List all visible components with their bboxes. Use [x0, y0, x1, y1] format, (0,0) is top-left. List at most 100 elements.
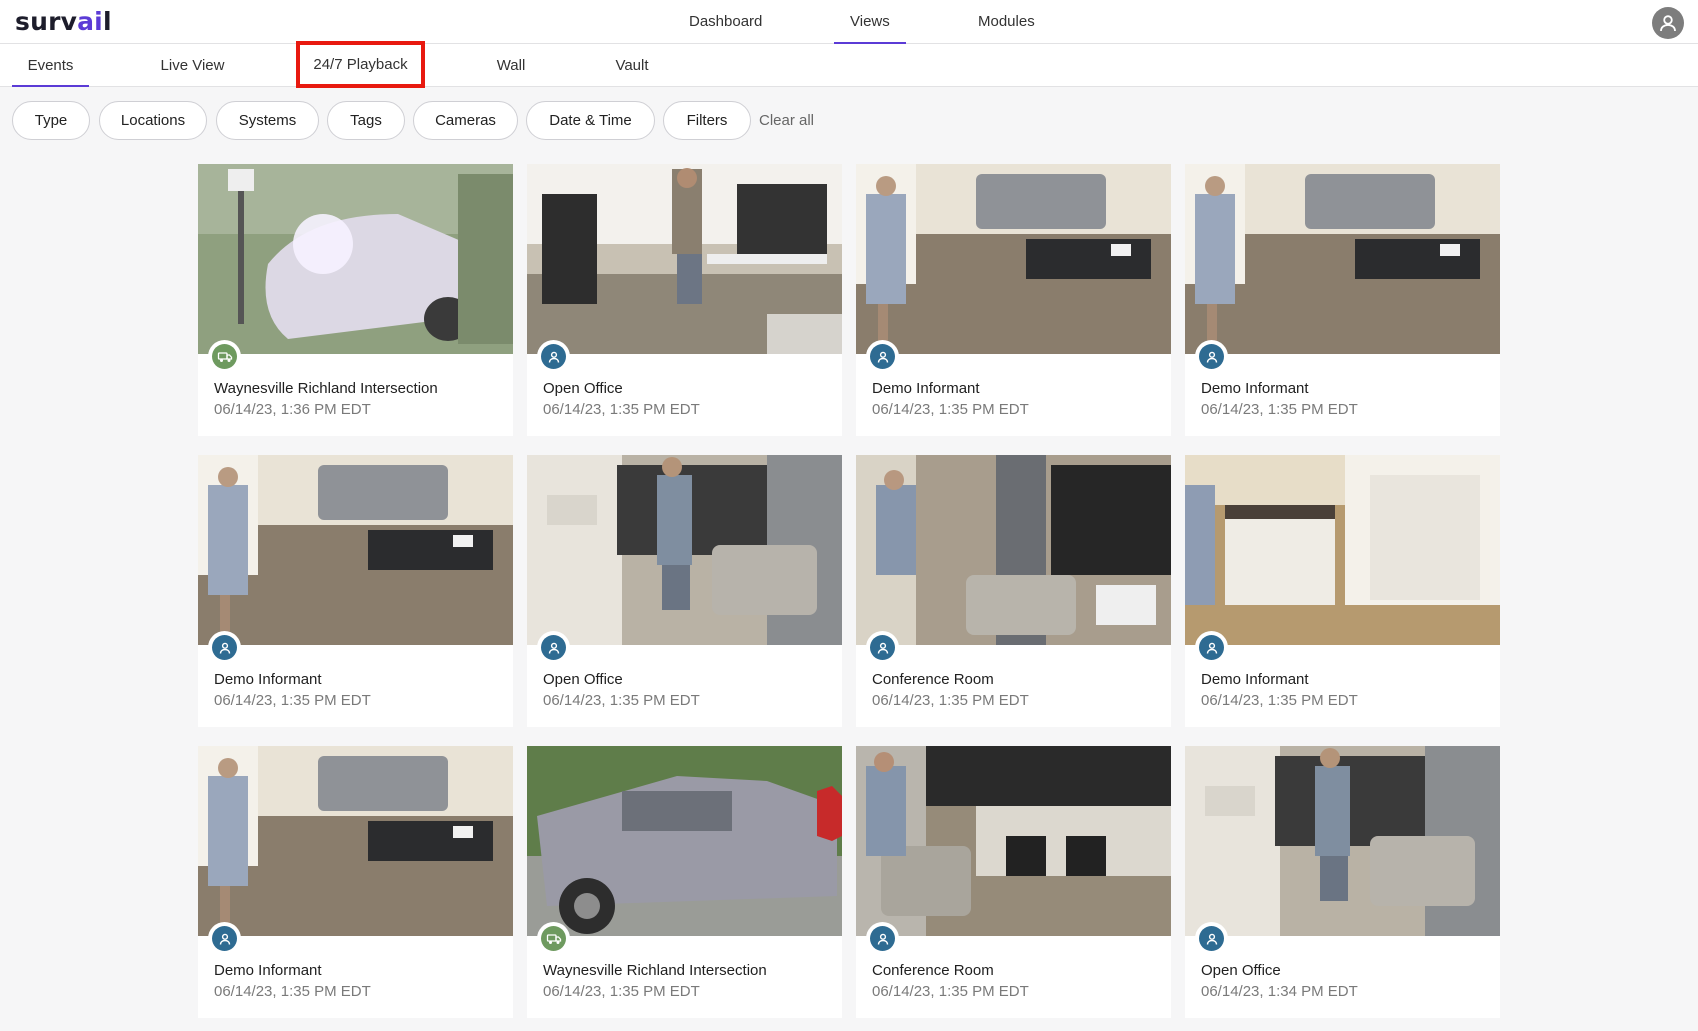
nav-views[interactable]: Views [834, 13, 906, 44]
camera-snapshot-image [856, 164, 1171, 354]
camera-snapshot-image [198, 746, 513, 936]
event-card[interactable]: Demo Informant 06/14/23, 1:35 PM EDT [1185, 164, 1500, 436]
event-timestamp: 06/14/23, 1:35 PM EDT [214, 983, 371, 1000]
event-camera-name: Demo Informant [214, 671, 322, 688]
event-timestamp: 06/14/23, 1:36 PM EDT [214, 401, 371, 418]
person-icon [541, 344, 566, 369]
event-timestamp: 06/14/23, 1:35 PM EDT [872, 692, 1029, 709]
event-card[interactable]: Waynesville Richland Intersection 06/14/… [527, 746, 842, 1018]
event-type-badge [208, 631, 241, 664]
tab-vault[interactable]: Vault [600, 44, 664, 87]
event-card[interactable]: Waynesville Richland Intersection 06/14/… [198, 164, 513, 436]
event-camera-name: Conference Room [872, 671, 994, 688]
event-type-badge [537, 631, 570, 664]
vehicle-icon [212, 344, 237, 369]
camera-snapshot-image [1185, 746, 1500, 936]
filter-tags[interactable]: Tags [327, 101, 405, 140]
filter-date-time[interactable]: Date & Time [526, 101, 655, 140]
nav-dashboard[interactable]: Dashboard [689, 13, 762, 30]
event-thumbnail [1185, 455, 1500, 645]
event-type-badge [866, 631, 899, 664]
event-type-badge [866, 340, 899, 373]
event-type-badge [1195, 340, 1228, 373]
user-avatar-icon[interactable] [1652, 7, 1684, 39]
vehicle-icon [541, 926, 566, 951]
event-camera-name: Demo Informant [1201, 671, 1309, 688]
tab-events[interactable]: Events [12, 44, 89, 87]
survail-logo[interactable]: survail [15, 7, 112, 36]
event-thumbnail [527, 455, 842, 645]
person-icon [1199, 926, 1224, 951]
tab-247-playback[interactable]: 24/7 Playback [296, 41, 425, 88]
event-type-badge [1195, 922, 1228, 955]
event-camera-name: Open Office [543, 671, 623, 688]
top-bar: survail Dashboard Views Modules [0, 0, 1698, 44]
person-icon [870, 926, 895, 951]
camera-snapshot-image [527, 164, 842, 354]
camera-snapshot-image [1185, 455, 1500, 645]
event-type-badge [208, 340, 241, 373]
filter-more-filters[interactable]: Filters [663, 101, 751, 140]
event-timestamp: 06/14/23, 1:35 PM EDT [1201, 401, 1358, 418]
event-timestamp: 06/14/23, 1:35 PM EDT [543, 692, 700, 709]
event-card[interactable]: Open Office 06/14/23, 1:35 PM EDT [527, 164, 842, 436]
person-icon [870, 344, 895, 369]
event-timestamp: 06/14/23, 1:35 PM EDT [543, 401, 700, 418]
person-icon [541, 635, 566, 660]
event-type-badge [537, 922, 570, 955]
event-timestamp: 06/14/23, 1:34 PM EDT [1201, 983, 1358, 1000]
event-thumbnail [198, 164, 513, 354]
event-camera-name: Demo Informant [214, 962, 322, 979]
event-card[interactable]: Demo Informant 06/14/23, 1:35 PM EDT [198, 746, 513, 1018]
event-thumbnail [856, 455, 1171, 645]
filter-locations[interactable]: Locations [99, 101, 207, 140]
person-icon [1199, 344, 1224, 369]
event-camera-name: Demo Informant [1201, 380, 1309, 397]
person-icon [212, 926, 237, 951]
event-card[interactable]: Conference Room 06/14/23, 1:35 PM EDT [856, 746, 1171, 1018]
clear-all-button[interactable]: Clear all [759, 101, 814, 140]
camera-snapshot-image [856, 455, 1171, 645]
filter-type[interactable]: Type [12, 101, 90, 140]
tab-live-view[interactable]: Live View [150, 44, 235, 87]
event-thumbnail [527, 746, 842, 936]
event-thumbnail [527, 164, 842, 354]
event-card[interactable]: Open Office 06/14/23, 1:35 PM EDT [527, 455, 842, 727]
event-card[interactable]: Demo Informant 06/14/23, 1:35 PM EDT [198, 455, 513, 727]
event-type-badge [537, 340, 570, 373]
event-camera-name: Conference Room [872, 962, 994, 979]
event-card[interactable]: Demo Informant 06/14/23, 1:35 PM EDT [856, 164, 1171, 436]
filter-systems[interactable]: Systems [216, 101, 319, 140]
event-type-badge [208, 922, 241, 955]
event-timestamp: 06/14/23, 1:35 PM EDT [543, 983, 700, 1000]
event-thumbnail [198, 746, 513, 936]
camera-snapshot-image [1185, 164, 1500, 354]
camera-snapshot-image [198, 164, 513, 354]
nav-modules[interactable]: Modules [978, 13, 1035, 30]
event-camera-name: Waynesville Richland Intersection [214, 380, 438, 397]
event-card[interactable]: Open Office 06/14/23, 1:34 PM EDT [1185, 746, 1500, 1018]
person-icon [1199, 635, 1224, 660]
tab-wall[interactable]: Wall [480, 44, 542, 87]
filter-cameras[interactable]: Cameras [413, 101, 518, 140]
event-thumbnail [1185, 746, 1500, 936]
event-thumbnail [856, 746, 1171, 936]
event-camera-name: Open Office [1201, 962, 1281, 979]
camera-snapshot-image [856, 746, 1171, 936]
event-card[interactable]: Conference Room 06/14/23, 1:35 PM EDT [856, 455, 1171, 727]
event-thumbnail [1185, 164, 1500, 354]
camera-snapshot-image [527, 746, 842, 936]
event-timestamp: 06/14/23, 1:35 PM EDT [1201, 692, 1358, 709]
event-timestamp: 06/14/23, 1:35 PM EDT [214, 692, 371, 709]
person-icon [870, 635, 895, 660]
sub-nav: Events Live View 24/7 Playback Wall Vaul… [0, 41, 1698, 88]
event-card[interactable]: Demo Informant 06/14/23, 1:35 PM EDT [1185, 455, 1500, 727]
person-icon [212, 635, 237, 660]
event-type-badge [866, 922, 899, 955]
event-timestamp: 06/14/23, 1:35 PM EDT [872, 983, 1029, 1000]
event-thumbnail [856, 164, 1171, 354]
camera-snapshot-image [527, 455, 842, 645]
event-camera-name: Waynesville Richland Intersection [543, 962, 767, 979]
filter-bar: Type Locations Systems Tags Cameras Date… [0, 101, 1698, 140]
event-camera-name: Open Office [543, 380, 623, 397]
